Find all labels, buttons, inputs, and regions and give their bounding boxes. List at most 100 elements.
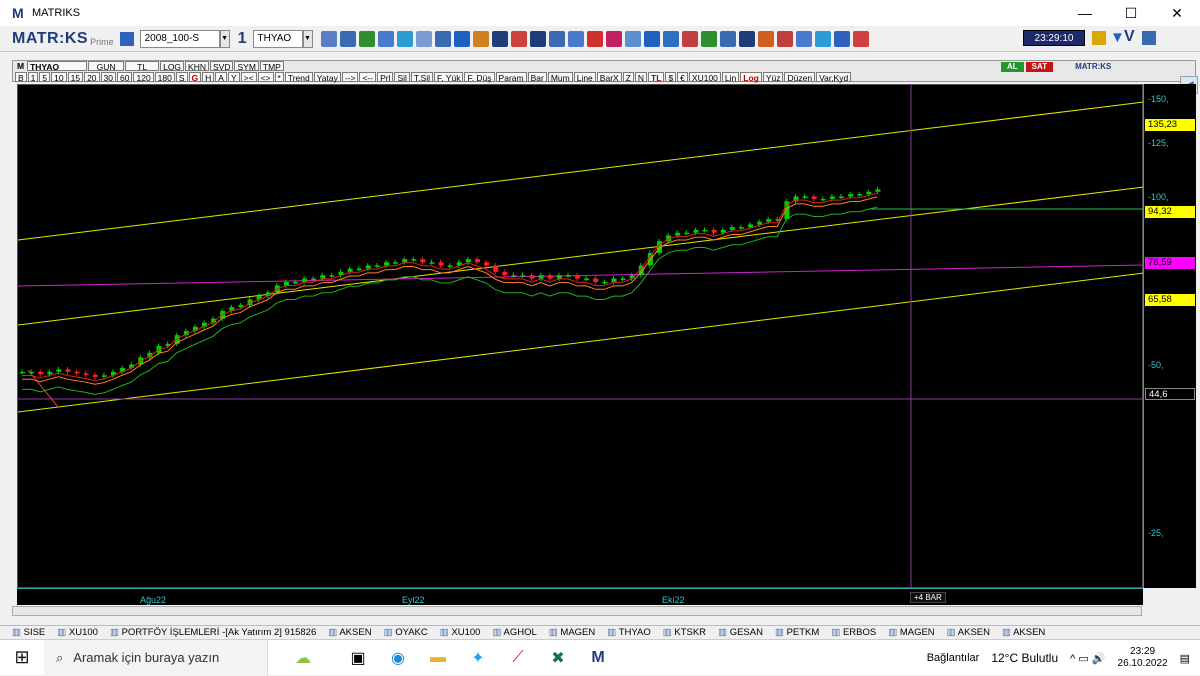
tray-icons[interactable]: ^ ▭ 🔊 <box>1070 652 1105 665</box>
window-tab-0[interactable]: SISE <box>12 626 46 639</box>
sell-button[interactable]: SAT <box>1025 62 1054 72</box>
chart-tool-29[interactable]: Mum <box>547 72 573 83</box>
window-tab-9[interactable]: KTSKR <box>663 626 706 639</box>
chart-tool-1[interactable]: 1 <box>27 72 39 83</box>
tmp-toggle[interactable]: TMP <box>259 61 284 72</box>
page-number[interactable]: 1 <box>238 30 247 48</box>
font-color-icon[interactable] <box>510 30 527 47</box>
chart-icon[interactable] <box>377 30 394 47</box>
chart-tool-20[interactable]: --> <box>341 72 359 83</box>
window-tab-2[interactable]: PORTFÖY İŞLEMLERİ -[Ak Yatırım 2] 915826 <box>110 626 317 639</box>
chart-tool-24[interactable]: T.Sil <box>410 72 433 83</box>
connections-label[interactable]: Bağlantılar <box>927 652 980 664</box>
filter-icon[interactable] <box>719 30 736 47</box>
chart-tool-22[interactable]: Prl <box>377 72 394 83</box>
sym-toggle[interactable]: SYM <box>234 61 259 72</box>
window-tab-14[interactable]: AKSEN <box>947 626 990 639</box>
chart-tool-12[interactable]: H <box>202 72 215 83</box>
window-tab-3[interactable]: AKSEN <box>328 626 371 639</box>
chart-tool-38[interactable]: Lin <box>721 72 740 83</box>
file-explorer-icon[interactable]: ▬ <box>418 640 458 676</box>
window-tab-6[interactable]: AGHOL <box>492 626 537 639</box>
maximize-button[interactable]: ☐ <box>1108 0 1154 26</box>
vop-icon[interactable] <box>586 30 603 47</box>
line-chart-icon[interactable] <box>624 30 641 47</box>
symbol-input[interactable]: THYAO <box>252 29 303 48</box>
weather-label[interactable]: 12°C Bulutlu <box>991 651 1058 665</box>
chart-tool-3[interactable]: 10 <box>51 72 67 83</box>
users-icon[interactable] <box>662 30 679 47</box>
news-icon[interactable] <box>681 30 698 47</box>
info-icon[interactable] <box>567 30 584 47</box>
minimize-button[interactable]: — <box>1062 0 1108 26</box>
chart-tool-15[interactable]: >< <box>240 72 257 83</box>
table-icon[interactable] <box>472 30 489 47</box>
settings-icon[interactable] <box>548 30 565 47</box>
chart-tool-27[interactable]: Param <box>495 72 527 83</box>
underline-icon[interactable] <box>529 30 546 47</box>
matriks-taskbar-icon[interactable]: M <box>578 640 618 676</box>
chart-tool-32[interactable]: Z <box>622 72 634 83</box>
v-icon[interactable]: V <box>1124 28 1135 46</box>
chart-tool-9[interactable]: 180 <box>154 72 175 83</box>
horizontal-scrollbar[interactable] <box>12 606 1142 616</box>
calc-icon[interactable] <box>700 30 717 47</box>
twitter-icon[interactable]: ✦ <box>458 640 498 676</box>
globe-icon[interactable] <box>396 30 413 47</box>
layout-dropdown-button[interactable]: ▼ <box>219 29 230 48</box>
window-tab-1[interactable]: XU100 <box>57 626 98 639</box>
connect-icon[interactable] <box>358 30 375 47</box>
save-icon[interactable] <box>119 31 134 46</box>
chart-tool-21[interactable]: <-- <box>359 72 377 83</box>
chart-tool-34[interactable]: TL <box>648 72 665 83</box>
chart-tool-28[interactable]: Bar <box>527 72 547 83</box>
window-tab-7[interactable]: MAGEN <box>549 626 595 639</box>
chart-tool-11[interactable]: G <box>188 72 202 83</box>
window-tab-10[interactable]: GESAN <box>718 626 763 639</box>
chart-tool-41[interactable]: Düzen <box>784 72 816 83</box>
window-tab-4[interactable]: OYAKC <box>384 626 428 639</box>
price-chart[interactable] <box>17 84 1145 589</box>
window-tab-15[interactable]: AKSEN <box>1002 626 1045 639</box>
alert-icon[interactable] <box>757 30 774 47</box>
mail-icon[interactable] <box>852 30 869 47</box>
chart-tool-37[interactable]: XU100 <box>688 72 721 83</box>
cursor-icon[interactable] <box>339 30 356 47</box>
chart-tool-13[interactable]: A <box>215 72 227 83</box>
chart-tool-25[interactable]: F. Yük <box>433 72 464 83</box>
warning-icon[interactable] <box>776 30 793 47</box>
chart-tool-19[interactable]: Yatay <box>313 72 341 83</box>
windows-start-icon[interactable]: ⊞ <box>0 640 44 676</box>
price-axis[interactable]: -150, -125, -100, -50, -25, 135,23 94,32 76,59 6… <box>1143 84 1196 588</box>
chart-tool-18[interactable]: Trend <box>284 72 313 83</box>
window-tab-13[interactable]: MAGEN <box>888 626 935 639</box>
close-button[interactable]: ✕ <box>1154 0 1200 26</box>
chart-period-label[interactable]: GUN <box>88 61 125 72</box>
bold-icon[interactable] <box>491 30 508 47</box>
chart-tool-39[interactable]: Log <box>740 72 762 83</box>
window-icon[interactable] <box>795 30 812 47</box>
chart-tool-35[interactable]: $ <box>665 72 677 83</box>
edge-icon[interactable]: ◉ <box>378 640 418 676</box>
monitor-icon[interactable] <box>415 30 432 47</box>
chart-tool-8[interactable]: 120 <box>133 72 154 83</box>
chart-tool-36[interactable]: € <box>677 72 688 83</box>
arrow-down-icon[interactable]: ▼ <box>1110 29 1125 46</box>
log-toggle[interactable]: LOG <box>160 61 185 72</box>
chart-symbol-label[interactable]: THYAO <box>27 61 88 72</box>
layout-select[interactable]: 2008_100-S <box>139 29 220 48</box>
chart-tool-33[interactable]: N <box>634 72 648 83</box>
excel-icon[interactable]: ✖ <box>538 640 578 676</box>
chart-tool-40[interactable]: Yüz <box>762 72 784 83</box>
chart-tool-26[interactable]: F. Düş <box>464 72 495 83</box>
chart-tool-17[interactable]: * <box>274 72 284 83</box>
chart-tool-14[interactable]: Y <box>227 72 240 83</box>
m-icon[interactable] <box>605 30 622 47</box>
window-tab-12[interactable]: ERBOS <box>831 626 876 639</box>
task-view-icon[interactable]: ▣ <box>338 640 378 676</box>
zoom-icon[interactable] <box>320 30 337 47</box>
list-icon[interactable] <box>453 30 470 47</box>
khn-toggle[interactable]: KHN <box>185 61 209 72</box>
window-tab-8[interactable]: THYAO <box>607 626 651 639</box>
formula-icon[interactable] <box>643 30 660 47</box>
